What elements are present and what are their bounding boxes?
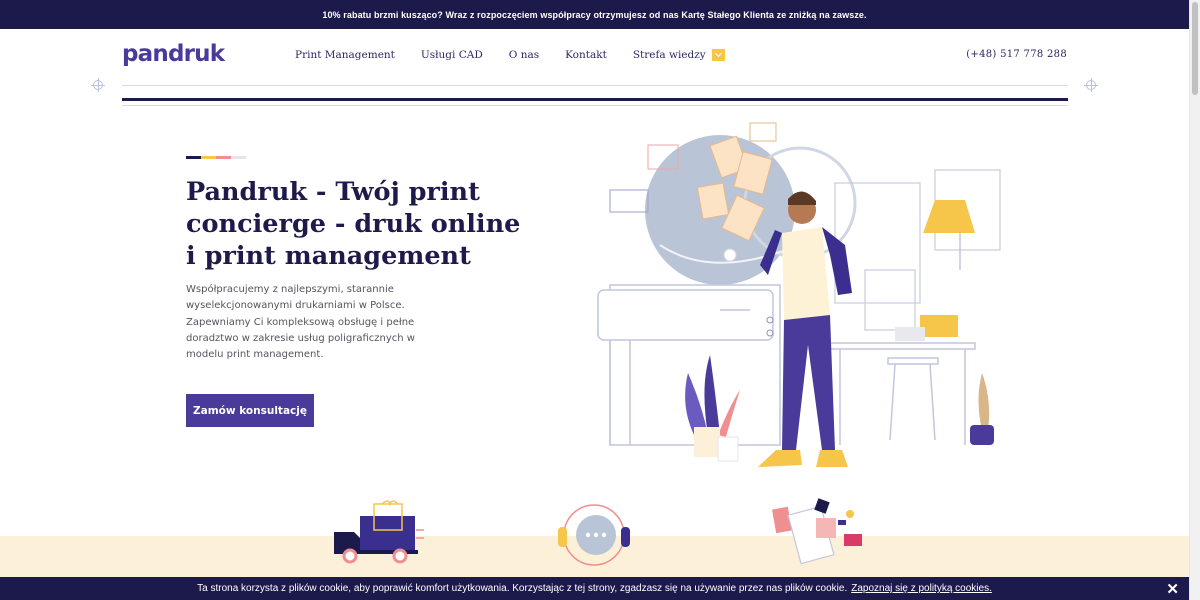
nav-item-print-management[interactable]: Print Management [295, 49, 395, 61]
hero-title: Pandruk - Twój print concierge - druk on… [186, 177, 521, 271]
crosshair-icon [91, 78, 105, 92]
accent-stripes [186, 156, 246, 159]
promo-text: 10% rabatu brzmi kusząco? Wraz z rozpocz… [322, 9, 867, 20]
cookie-bar: Ta strona korzysta z plików cookie, aby … [0, 577, 1189, 600]
nav-item-strefa-wiedzy-label: Strefa wiedzy [632, 49, 706, 61]
close-icon[interactable]: ✕ [1166, 580, 1179, 598]
nav-item-uslugi-cad[interactable]: Usługi CAD [421, 49, 483, 61]
promo-bar: 10% rabatu brzmi kusząco? Wraz z rozpocz… [0, 0, 1189, 29]
page-scrollbar[interactable] [1189, 0, 1200, 600]
nav-item-strefa-wiedzy[interactable]: Strefa wiedzy [633, 49, 725, 61]
header-divider [122, 85, 1068, 86]
cookie-text: Ta strona korzysta z plików cookie, aby … [197, 583, 848, 594]
nav-item-o-nas[interactable]: O nas [509, 49, 539, 61]
crosshair-icon [1084, 78, 1098, 92]
delivery-truck-icon [334, 500, 424, 564]
header-divider-bottom [122, 105, 1068, 106]
headset-chat-icon [558, 504, 630, 566]
chevron-down-icon[interactable] [711, 49, 725, 61]
hero-illustration [597, 122, 1001, 467]
header-divider-thick [122, 98, 1068, 101]
scrollbar-thumb[interactable] [1192, 2, 1198, 95]
phone-number[interactable]: (+48) 517 778 288 [966, 49, 1067, 60]
cookie-policy-link[interactable]: Zapoznaj się z polityką cookies. [851, 583, 992, 594]
print-samples-icon [772, 498, 862, 565]
logo[interactable]: pandruk [122, 41, 225, 67]
hero-description: Współpracujemy z najlepszymi, starannie … [186, 284, 415, 361]
nav-item-kontakt[interactable]: Kontakt [565, 49, 607, 61]
main-nav: Print Management Usługi CAD O nas Kontak… [295, 49, 725, 61]
order-consultation-button[interactable]: Zamów konsultację [186, 394, 314, 427]
